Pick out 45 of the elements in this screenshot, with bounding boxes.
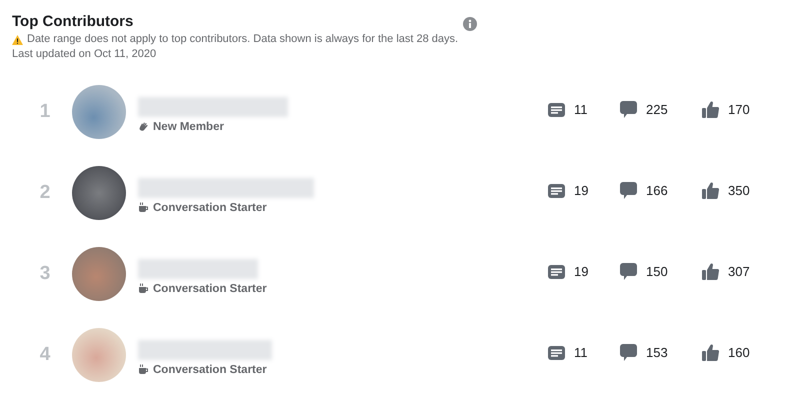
reaction-count: 160 [728, 345, 750, 360]
post-icon [548, 102, 565, 116]
thumbs-up-icon [702, 182, 719, 199]
post-count: 19 [574, 183, 588, 198]
badge-label: Conversation Starter [153, 282, 267, 294]
speech-bubble-icon [620, 263, 637, 280]
coffee-cup-icon [138, 202, 149, 213]
post-icon [548, 264, 565, 278]
comment-count: 166 [646, 183, 668, 198]
last-updated-text: Last updated on Oct 11, 2020 [12, 47, 158, 62]
post-icon [548, 346, 565, 360]
post-count: 19 [574, 264, 588, 279]
coffee-cup-icon [138, 364, 149, 375]
avatar-photo-placeholder [72, 246, 126, 300]
speech-bubble-icon [620, 344, 637, 361]
post-count: 11 [574, 345, 588, 360]
thumbs-up-icon [702, 101, 719, 118]
reaction-count: 307 [728, 264, 750, 279]
rank-number: 4 [38, 344, 52, 366]
badge-label: Conversation Starter [153, 202, 267, 214]
comment-count: 153 [646, 345, 668, 360]
thumbs-up-icon [702, 344, 719, 361]
rank-number: 3 [38, 262, 52, 284]
waving-hand-icon [138, 121, 149, 132]
avatar-photo-placeholder [72, 328, 126, 382]
avatar-photo-placeholder [72, 166, 126, 220]
rank-number: 1 [38, 100, 52, 122]
post-icon [548, 184, 565, 198]
warning-icon [12, 34, 23, 44]
reaction-count: 170 [728, 102, 750, 117]
coffee-cup-icon [138, 283, 149, 294]
badge-label: New Member [153, 120, 224, 132]
post-count: 11 [574, 102, 588, 117]
notice-text: Date range does not apply to top contributors. Data shown is always for the last 28 days. [27, 32, 458, 47]
info-icon [463, 17, 478, 31]
rank-number: 2 [38, 182, 52, 204]
comment-count: 225 [646, 102, 668, 117]
speech-bubble-icon [620, 182, 637, 199]
comment-count: 150 [646, 264, 668, 279]
reaction-count: 350 [728, 183, 750, 198]
avatar-photo-placeholder [72, 84, 126, 138]
section-title: Top Contributors [12, 12, 134, 30]
badge-label: Conversation Starter [153, 364, 267, 376]
thumbs-up-icon [702, 263, 719, 280]
speech-bubble-icon [620, 101, 637, 118]
